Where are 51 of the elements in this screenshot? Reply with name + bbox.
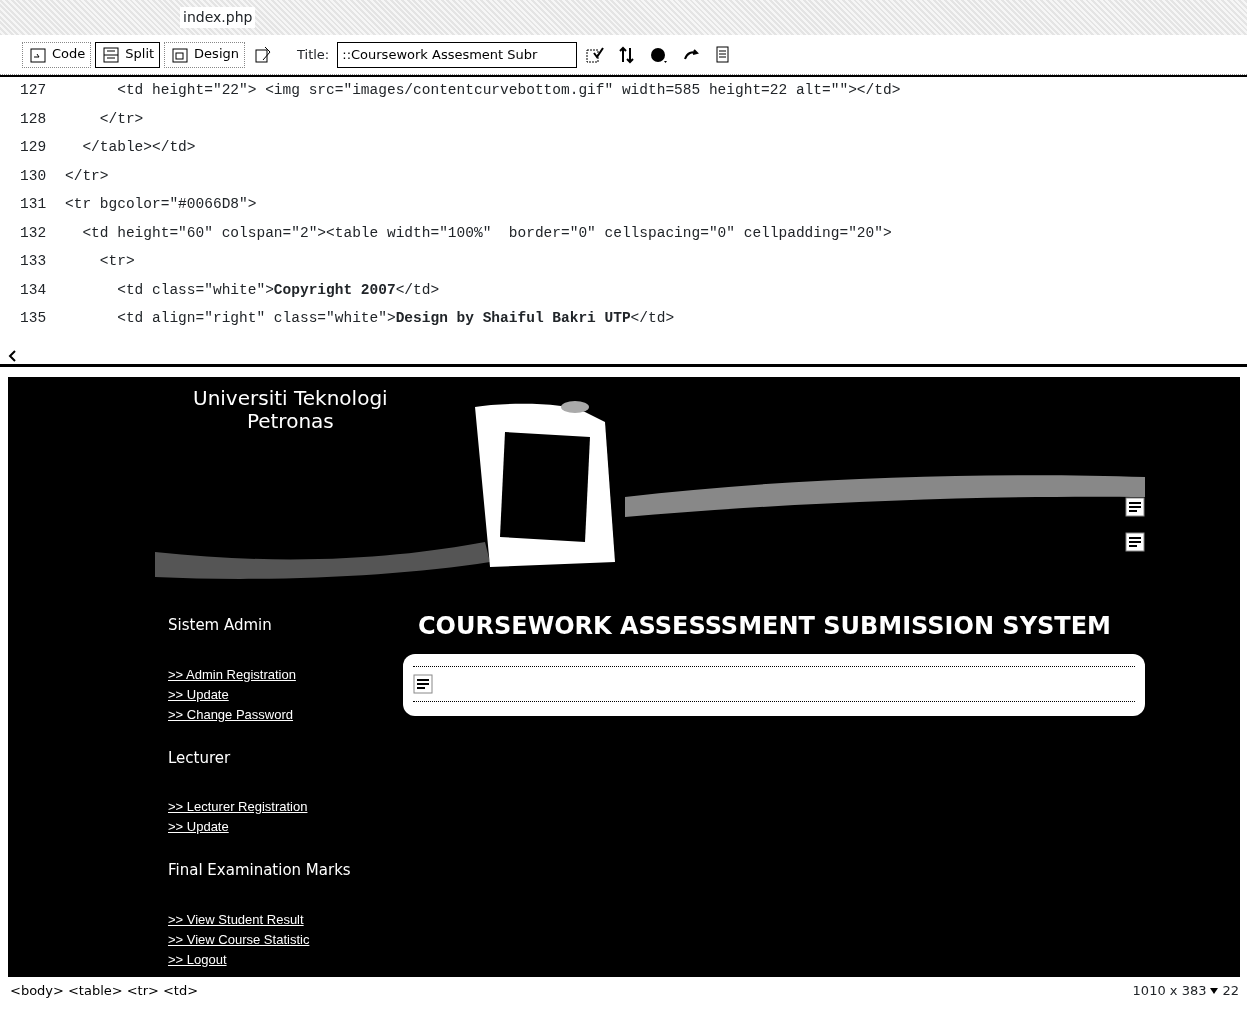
line-number: 131 <box>19 195 48 215</box>
nav-link[interactable]: >> Update <box>168 817 403 837</box>
nav-link[interactable]: >> Admin Registration <box>168 664 403 685</box>
line-number: 128 <box>19 109 48 129</box>
tag-selector[interactable]: <table> <box>65 980 125 1001</box>
nav-link[interactable]: >> Lecturer Registration <box>168 797 403 817</box>
nav-link[interactable]: >> View Student Result <box>168 909 403 930</box>
code-line: <td class="white">Copyright 2007</td> <box>116 280 440 300</box>
code-line: <tr bgcolor="#0066D8"> <box>65 195 257 215</box>
nav-link[interactable]: >> Change Password <box>168 704 403 725</box>
code-line: <tr> <box>98 252 135 272</box>
scroll-left-icon[interactable] <box>8 349 16 362</box>
view-button[interactable]: Split <box>95 41 161 68</box>
nav-link[interactable]: >> Logout <box>168 949 403 970</box>
title-label: Title: <box>297 45 330 64</box>
window-title: index.php <box>180 7 256 28</box>
line-number: 134 <box>19 280 48 300</box>
logo-text: Universiti Teknologi <box>193 387 388 410</box>
script-marker-icon <box>1125 497 1145 517</box>
section-heading: Lecturer <box>168 747 232 769</box>
section-heading: Sistem Admin <box>168 615 273 636</box>
window-size-text: 1010 x 383 <box>1132 981 1207 1000</box>
split-view-icon <box>101 44 122 65</box>
code-line: </tr> <box>98 109 144 129</box>
nav-link[interactable]: >> View Course Statistic <box>168 929 403 950</box>
page-edit-icon[interactable] <box>253 44 273 65</box>
view-button[interactable]: Code <box>22 41 92 68</box>
code-line: </table></td> <box>81 138 196 158</box>
nav-link[interactable]: >> Update <box>168 684 403 705</box>
line-number: 130 <box>19 166 48 186</box>
code-line: <td align="right" class="white">Design by Shaiful Bakri UTP</td> <box>116 309 675 329</box>
section-heading: Final Examination Marks <box>168 860 352 881</box>
download-time-text: 22 <box>1222 981 1239 1000</box>
tag-selector[interactable]: <body> <box>8 980 66 1001</box>
page-heading: COURSEWORK ASSESSSMENT SUBMISSION SYSTEM <box>418 611 1112 642</box>
script-marker-icon <box>413 674 433 694</box>
line-number: 129 <box>19 138 48 158</box>
line-number: 127 <box>19 81 48 101</box>
line-number: 133 <box>19 252 48 272</box>
code-line: <td height="60" colspan="2"><table width="100%" border="0" cellspacing="0" cellpadding="20"> <box>81 223 892 243</box>
title-input[interactable]: ::Coursework Assesment Subr <box>337 41 578 68</box>
caret-icon[interactable] <box>1210 987 1219 994</box>
code-line: <td height="22"> <img src="images/contentcurvebottom.gif" width=585 height=22 alt=""></td> <box>116 81 901 101</box>
tag-selector[interactable]: <td> <box>160 980 201 1001</box>
line-number: 135 <box>19 309 48 329</box>
line-number: 132 <box>19 223 48 243</box>
tag-selector[interactable]: <tr> <box>124 980 161 1001</box>
logo-text: Petronas <box>245 410 335 433</box>
view-button[interactable]: Design <box>164 41 245 68</box>
script-marker-icon <box>1125 532 1145 552</box>
code-line: </tr> <box>65 166 109 186</box>
